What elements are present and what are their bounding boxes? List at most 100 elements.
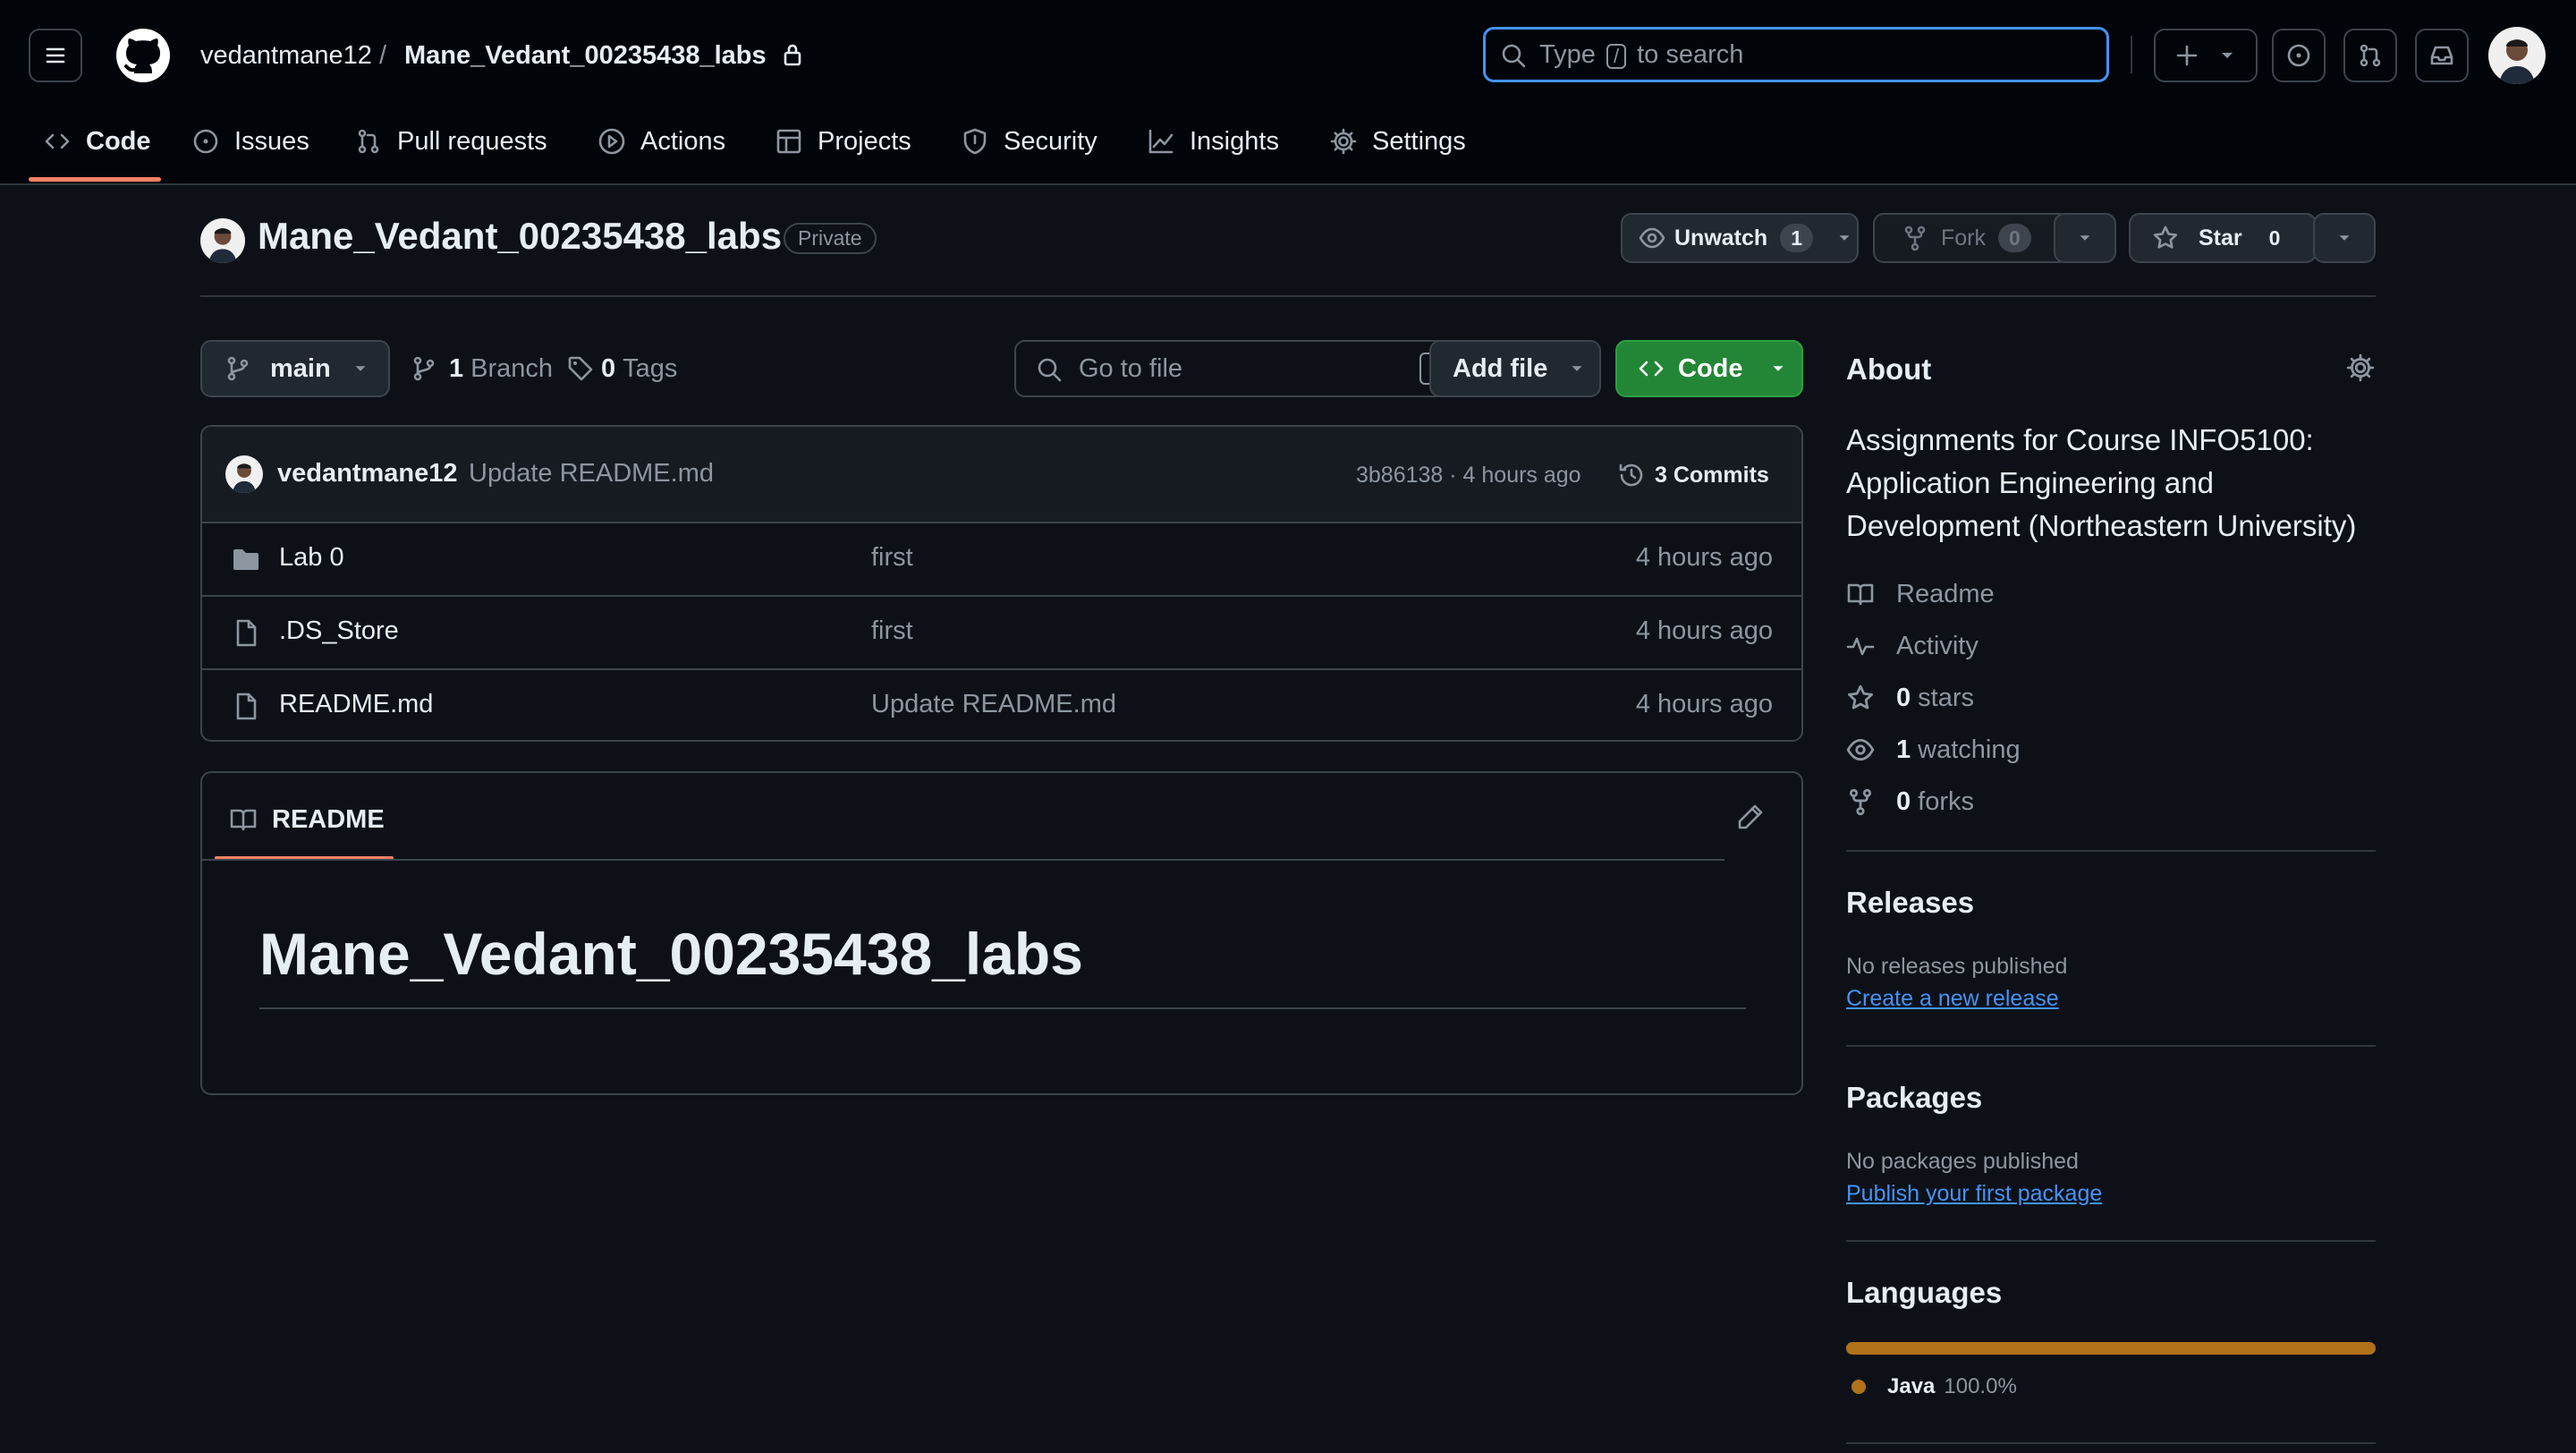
tab-pull-requests-label: Pull requests bbox=[397, 126, 547, 156]
commits-link[interactable]: 3 Commits bbox=[1617, 457, 1769, 493]
table-row[interactable]: .DS_Store first 4 hours ago bbox=[202, 595, 1801, 668]
tab-projects[interactable]: Projects bbox=[775, 123, 911, 159]
commit-author[interactable]: vedantmane12 bbox=[277, 459, 458, 489]
file-commit-message[interactable]: Update README.md bbox=[871, 690, 1116, 719]
code-icon bbox=[45, 133, 70, 149]
triangle-down-icon bbox=[1773, 366, 1783, 371]
commit-author-avatar[interactable] bbox=[225, 455, 263, 493]
tab-settings-label: Settings bbox=[1372, 126, 1466, 156]
eye-icon bbox=[1639, 227, 1665, 249]
search-icon bbox=[1500, 42, 1527, 69]
menu-button[interactable] bbox=[29, 29, 82, 82]
go-to-file-input[interactable]: Go to file t bbox=[1014, 340, 1462, 397]
triangle-down-icon bbox=[2080, 235, 2090, 241]
tab-insights-label: Insights bbox=[1190, 126, 1279, 156]
file-name[interactable]: Lab 0 bbox=[279, 543, 344, 573]
triangle-down-icon bbox=[1572, 366, 1582, 371]
file-name[interactable]: README.md bbox=[279, 690, 433, 719]
star-dropdown-button[interactable] bbox=[2313, 213, 2376, 263]
table-row[interactable]: Lab 0 first 4 hours ago bbox=[202, 522, 1801, 595]
fork-label: Fork bbox=[1941, 225, 1986, 251]
unwatch-label: Unwatch bbox=[1674, 225, 1768, 251]
book-icon bbox=[230, 809, 257, 831]
table-row[interactable]: README.md Update README.md 4 hours ago bbox=[202, 668, 1801, 740]
pull-requests-header-button[interactable] bbox=[2343, 29, 2397, 82]
breadcrumb-owner[interactable]: vedantmane12 bbox=[200, 39, 372, 72]
eye-icon bbox=[1846, 738, 1875, 761]
breadcrumb-repo[interactable]: Mane_Vedant_00235438_labs bbox=[404, 39, 767, 72]
releases-empty-text: No releases published bbox=[1846, 954, 2068, 979]
file-commit-message[interactable]: first bbox=[871, 543, 913, 573]
branches-link[interactable]: 1 Branch bbox=[411, 351, 553, 387]
tab-settings[interactable]: Settings bbox=[1329, 123, 1466, 159]
file-commit-message[interactable]: first bbox=[871, 616, 913, 646]
language-bar-java bbox=[1846, 1342, 2376, 1355]
readme-heading-divider bbox=[259, 1007, 1746, 1009]
activity-link[interactable]: Activity bbox=[1846, 628, 1979, 664]
unwatch-button[interactable]: Unwatch 1 bbox=[1621, 213, 1859, 263]
github-logo-icon[interactable] bbox=[114, 27, 172, 84]
star-button[interactable]: Star 0 bbox=[2129, 213, 2317, 263]
avatar[interactable] bbox=[2488, 27, 2546, 84]
issues-header-button[interactable] bbox=[2272, 29, 2326, 82]
watching-link[interactable]: 1 watching bbox=[1846, 732, 2021, 768]
sidebar-divider bbox=[1846, 1442, 2376, 1444]
search-shortcut-key: / bbox=[1606, 44, 1627, 69]
fork-icon bbox=[1849, 788, 1872, 816]
pencil-icon[interactable] bbox=[1735, 802, 1766, 832]
tab-pull-requests[interactable]: Pull requests bbox=[354, 123, 547, 159]
language-percent: 100.0% bbox=[1944, 1374, 2017, 1398]
commit-message[interactable]: Update README.md bbox=[469, 459, 714, 489]
readme-tab[interactable]: README bbox=[229, 802, 385, 837]
forks-link[interactable]: 0 forks bbox=[1846, 784, 1974, 820]
readme-link[interactable]: Readme bbox=[1846, 576, 1995, 612]
releases-title[interactable]: Releases bbox=[1846, 886, 1974, 920]
packages-title[interactable]: Packages bbox=[1846, 1081, 1982, 1115]
star-icon bbox=[2153, 225, 2178, 249]
tab-code[interactable]: Code bbox=[43, 123, 151, 159]
watch-count: 1 bbox=[1780, 224, 1813, 252]
code-icon bbox=[1639, 361, 1664, 377]
add-file-button[interactable]: Add file bbox=[1429, 340, 1601, 397]
gear-icon[interactable] bbox=[2345, 353, 2376, 383]
sidebar-divider bbox=[1846, 1045, 2376, 1047]
fork-button[interactable]: Fork 0 bbox=[1873, 213, 2070, 263]
triangle-down-icon bbox=[2339, 235, 2350, 241]
stars-link[interactable]: 0 stars bbox=[1846, 680, 1974, 716]
file-name[interactable]: .DS_Store bbox=[279, 616, 399, 646]
table-icon bbox=[776, 129, 801, 154]
sidebar-divider bbox=[1846, 850, 2376, 852]
book-icon bbox=[1847, 583, 1874, 606]
readme-panel: README Mane_Vedant_00235438_labs bbox=[200, 771, 1803, 1095]
about-title: About bbox=[1846, 353, 1932, 386]
tab-insights[interactable]: Insights bbox=[1147, 123, 1279, 159]
branches-label: Branch bbox=[470, 353, 554, 383]
tab-projects-label: Projects bbox=[818, 126, 911, 156]
code-dropdown-button[interactable]: Code bbox=[1615, 340, 1803, 397]
search-input[interactable]: Type / to search bbox=[1483, 27, 2109, 82]
language-item-java[interactable]: Java 100.0% bbox=[1852, 1372, 2017, 1401]
create-new-button[interactable] bbox=[2154, 29, 2258, 82]
code-button-label: Code bbox=[1678, 353, 1743, 383]
tags-count: 0 bbox=[601, 353, 616, 383]
branch-selector[interactable]: main bbox=[200, 340, 390, 397]
inbox-button[interactable] bbox=[2415, 29, 2469, 82]
forks-count: 0 bbox=[1896, 786, 1911, 816]
latest-commit-bar: vedantmane12 Update README.md 3b86138 · … bbox=[202, 427, 1801, 522]
create-release-link[interactable]: Create a new release bbox=[1846, 986, 2059, 1012]
repo-title[interactable]: Mane_Vedant_00235438_labs bbox=[258, 215, 782, 258]
readme-link-label: Readme bbox=[1896, 579, 1995, 608]
tags-link[interactable]: 0 Tags bbox=[567, 351, 677, 387]
tab-security[interactable]: Security bbox=[961, 123, 1097, 159]
repo-owner-avatar[interactable] bbox=[200, 218, 245, 263]
breadcrumb-separator: / bbox=[379, 41, 387, 70]
publish-package-link[interactable]: Publish your first package bbox=[1846, 1181, 2102, 1207]
tab-issues[interactable]: Issues bbox=[191, 123, 309, 159]
tab-actions[interactable]: Actions bbox=[597, 123, 725, 159]
folder-icon bbox=[233, 549, 258, 570]
fork-dropdown-button[interactable] bbox=[2054, 213, 2116, 263]
commit-sha-time[interactable]: 3b86138 · 4 hours ago bbox=[1356, 463, 1581, 489]
title-divider bbox=[200, 295, 2376, 297]
tab-actions-label: Actions bbox=[640, 126, 726, 156]
language-bar bbox=[1846, 1342, 2376, 1355]
